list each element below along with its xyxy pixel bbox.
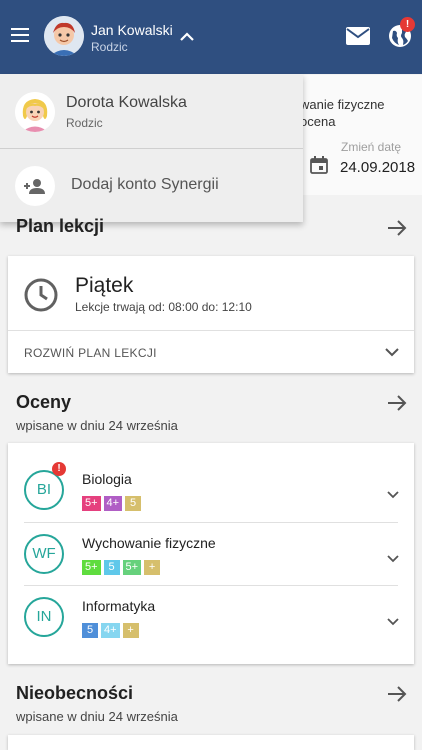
absences-card (8, 735, 414, 750)
account-dropdown: Dorota Kowalska Rodzic Dodaj konto Syner… (0, 74, 303, 222)
subject-circle: BI (24, 470, 64, 510)
plan-card: Piątek Lekcje trwają od: 08:00 do: 12:10… (8, 256, 414, 373)
arrow-right-icon[interactable] (386, 394, 408, 412)
chevron-down-icon[interactable] (386, 490, 400, 500)
grades-subtitle: wpisane w dniu 24 września (16, 418, 178, 433)
subject-circle: WF (24, 534, 64, 574)
plan-section-title: Plan lekcji (16, 216, 105, 236)
grade-chip: + (122, 623, 139, 638)
grade-chip: + (144, 560, 161, 575)
grade-chip: 5 (82, 623, 98, 638)
grade-row-wf[interactable]: WF Wychowanie fizyczne 5+ 5 5+ + (8, 522, 414, 585)
subject-name: Wychowanie fizyczne (82, 535, 216, 551)
user-role: Rodzic (91, 40, 128, 54)
chevron-up-icon[interactable] (178, 28, 196, 46)
grade-chip: 5+ (82, 560, 101, 575)
chevron-down-icon[interactable] (386, 554, 400, 564)
grade-chip: 5 (125, 496, 142, 511)
chevron-down-icon[interactable] (386, 617, 400, 627)
absences-subtitle: wpisane w dniu 24 września (16, 709, 178, 724)
user-name[interactable]: Jan Kowalski (91, 22, 173, 38)
arrow-right-icon[interactable] (386, 219, 408, 237)
grade-row-informatyka[interactable]: IN Informatyka 5 4+ + (8, 585, 414, 648)
account-name[interactable]: Dorota Kowalska (66, 94, 187, 112)
grade-chips: 5+ 4+ 5 (82, 496, 142, 511)
chevron-down-icon[interactable] (385, 347, 399, 357)
arrow-right-icon[interactable] (386, 685, 408, 703)
grade-chip: 4+ (101, 623, 120, 638)
add-person-icon[interactable] (15, 166, 55, 206)
notification-badge: ! (400, 17, 415, 32)
top-app-bar: Jan Kowalski Rodzic ! (0, 0, 422, 74)
grades-section-title: Oceny (16, 392, 72, 412)
clock-icon (24, 278, 58, 312)
grade-chips: 5 4+ + (82, 623, 139, 638)
grades-card: BI ! Biologia 5+ 4+ 5 WF Wychowanie fizy… (8, 443, 414, 664)
grade-chips: 5+ 5 5+ + (82, 560, 161, 575)
subject-name: Informatyka (82, 598, 156, 614)
add-account-label[interactable]: Dodaj konto Synergii (71, 176, 219, 194)
grade-row-biologia[interactable]: BI ! Biologia 5+ 4+ 5 (8, 458, 414, 521)
subject-circle: IN (24, 597, 64, 637)
menu-icon[interactable] (11, 28, 29, 42)
subject-name: Biologia (82, 471, 132, 487)
grade-chip: 5 (103, 560, 120, 575)
absences-section-title: Nieobecności (16, 683, 134, 703)
calendar-icon[interactable] (310, 156, 328, 174)
date-value[interactable]: 24.09.2018 (340, 159, 415, 176)
change-date-label: Zmień datę (341, 140, 402, 154)
avatar[interactable] (44, 16, 84, 56)
grade-chip: 5+ (122, 560, 142, 575)
mail-icon[interactable] (346, 27, 370, 45)
subject-alert-badge: ! (52, 462, 66, 476)
dropdown-divider (0, 148, 303, 149)
account-avatar[interactable] (15, 92, 55, 132)
peek-subject: wanie fizyczne (300, 97, 385, 112)
account-role: Rodzic (66, 116, 103, 130)
grade-chip: 4+ (103, 496, 123, 511)
expand-plan-button[interactable]: ROZWIŃ PLAN LEKCJI (24, 346, 157, 360)
grade-chip: 5+ (82, 496, 101, 511)
lesson-hours: Lekcje trwają od: 08:00 do: 12:10 (75, 300, 252, 314)
day-name: Piątek (75, 274, 134, 297)
peek-grade: ocena (300, 114, 336, 129)
peek-card (300, 75, 422, 195)
card-divider (8, 330, 414, 331)
